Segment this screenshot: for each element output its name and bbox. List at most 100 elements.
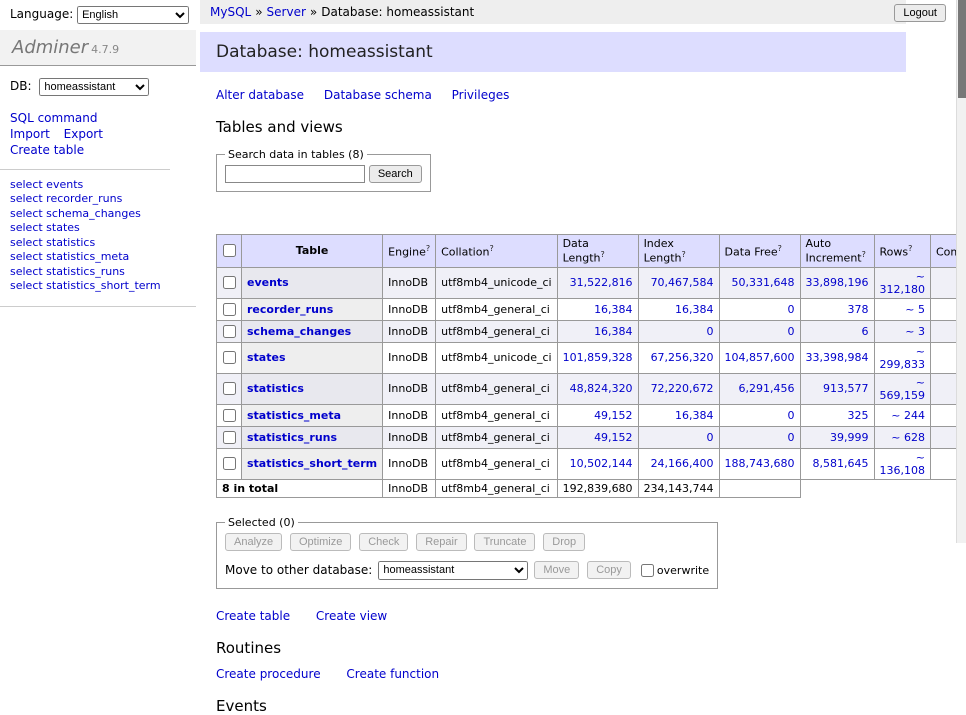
data-length-link[interactable]: 31,522,816 [570, 276, 633, 289]
data-free-link[interactable]: 6,291,456 [739, 382, 795, 395]
help-link[interactable]: ? [489, 244, 493, 253]
table-name-link[interactable]: events [247, 276, 289, 289]
data-length-link[interactable]: 16,384 [594, 325, 633, 338]
sidebar-link-import[interactable]: Import [10, 126, 50, 142]
create-procedure-link[interactable]: Create procedure [216, 667, 321, 681]
row-checkbox[interactable] [223, 431, 236, 444]
select-all-checkbox[interactable] [223, 244, 236, 257]
language-select[interactable]: English [77, 6, 189, 24]
auto-increment-link[interactable]: 913,577 [823, 382, 869, 395]
auto-increment-link[interactable]: 33,898,196 [806, 276, 869, 289]
create-table-link[interactable]: Create table [216, 609, 290, 623]
privileges-link[interactable]: Privileges [452, 88, 510, 102]
row-checkbox[interactable] [223, 457, 236, 470]
table-name-link[interactable]: statistics_meta [247, 409, 341, 422]
data-free-link[interactable]: 0 [788, 325, 795, 338]
check-button[interactable]: Check [359, 533, 408, 551]
index-length-link[interactable]: 0 [707, 325, 714, 338]
sidebar-item-select-statistics-runs[interactable]: select statistics_runs [10, 265, 186, 280]
rows-link[interactable]: ~ 628 [891, 431, 925, 444]
table-name-link[interactable]: schema_changes [247, 325, 351, 338]
data-free-link[interactable]: 0 [788, 431, 795, 444]
logout-button[interactable]: Logout [894, 4, 946, 22]
data-length-link[interactable]: 101,859,328 [563, 351, 633, 364]
table-name-link[interactable]: statistics_runs [247, 431, 337, 444]
sidebar-item-select-statistics[interactable]: select statistics [10, 236, 186, 251]
data-length-link[interactable]: 48,824,320 [570, 382, 633, 395]
database-schema-link[interactable]: Database schema [324, 88, 432, 102]
sidebar-item-select-events[interactable]: select events [10, 178, 186, 193]
data-free-link[interactable]: 104,857,600 [725, 351, 795, 364]
auto-increment-link[interactable]: 8,581,645 [813, 457, 869, 470]
auto-increment-link[interactable]: 33,398,984 [806, 351, 869, 364]
sidebar-item-select-recorder-runs[interactable]: select recorder_runs [10, 192, 186, 207]
scrollbar-thumb[interactable] [958, 0, 966, 98]
help-link[interactable]: ? [426, 244, 430, 253]
search-input[interactable] [225, 165, 365, 183]
help-link[interactable]: ? [908, 244, 912, 253]
row-checkbox[interactable] [223, 276, 236, 289]
breadcrumb-link-server[interactable]: Server [267, 5, 306, 19]
index-length-link[interactable]: 0 [707, 431, 714, 444]
auto-increment-link[interactable]: 39,999 [830, 431, 869, 444]
data-free-link[interactable]: 50,331,648 [732, 276, 795, 289]
repair-button[interactable]: Repair [416, 533, 466, 551]
sidebar-item-select-states[interactable]: select states [10, 221, 186, 236]
search-button[interactable]: Search [369, 165, 422, 183]
auto-increment-link[interactable]: 378 [848, 303, 869, 316]
index-length-link[interactable]: 16,384 [675, 409, 714, 422]
rows-link[interactable]: ~ 569,159 [880, 376, 926, 402]
index-length-link[interactable]: 67,256,320 [651, 351, 714, 364]
help-link[interactable]: ? [862, 250, 866, 259]
table-name-link[interactable]: recorder_runs [247, 303, 333, 316]
data-length-link[interactable]: 10,502,144 [570, 457, 633, 470]
index-length-link[interactable]: 70,467,584 [651, 276, 714, 289]
sidebar-item-select-statistics-short-term[interactable]: select statistics_short_term [10, 279, 186, 294]
rows-link[interactable]: ~ 299,833 [880, 345, 926, 371]
help-link[interactable]: ? [682, 250, 686, 259]
row-checkbox[interactable] [223, 303, 236, 316]
create-function-link[interactable]: Create function [346, 667, 439, 681]
data-free-link[interactable]: 0 [788, 409, 795, 422]
optimize-button[interactable]: Optimize [290, 533, 351, 551]
create-view-link[interactable]: Create view [316, 609, 387, 623]
row-checkbox[interactable] [223, 382, 236, 395]
row-checkbox[interactable] [223, 325, 236, 338]
move-database-select[interactable]: homeassistant [378, 561, 528, 580]
alter-database-link[interactable]: Alter database [216, 88, 304, 102]
data-free-link[interactable]: 188,743,680 [725, 457, 795, 470]
move-button[interactable]: Move [534, 561, 579, 579]
table-name-link[interactable]: statistics [247, 382, 304, 395]
copy-button[interactable]: Copy [587, 561, 631, 579]
data-length-link[interactable]: 16,384 [594, 303, 633, 316]
rows-link[interactable]: ~ 244 [891, 409, 925, 422]
rows-link[interactable]: ~ 3 [905, 325, 925, 338]
adminer-logo-link[interactable]: Adminer [12, 37, 88, 58]
sidebar-item-select-statistics-meta[interactable]: select statistics_meta [10, 250, 186, 265]
analyze-button[interactable]: Analyze [225, 533, 282, 551]
row-checkbox[interactable] [223, 351, 236, 364]
table-name-link[interactable]: states [247, 351, 286, 364]
help-link[interactable]: ? [778, 244, 782, 253]
drop-button[interactable]: Drop [543, 533, 585, 551]
row-checkbox[interactable] [223, 409, 236, 422]
rows-link[interactable]: ~ 5 [905, 303, 925, 316]
sidebar-link-create-table[interactable]: Create table [10, 142, 84, 158]
vertical-scrollbar[interactable] [956, 0, 966, 543]
rows-link[interactable]: ~ 136,108 [880, 451, 926, 477]
help-link[interactable]: ? [601, 250, 605, 259]
index-length-link[interactable]: 24,166,400 [651, 457, 714, 470]
overwrite-checkbox[interactable] [641, 564, 654, 577]
index-length-link[interactable]: 72,220,672 [651, 382, 714, 395]
index-length-link[interactable]: 16,384 [675, 303, 714, 316]
db-select[interactable]: homeassistant [39, 78, 149, 96]
breadcrumb-link-mysql[interactable]: MySQL [210, 5, 251, 19]
data-free-link[interactable]: 0 [788, 303, 795, 316]
sidebar-link-sql-command[interactable]: SQL command [10, 110, 97, 126]
sidebar-item-select-schema-changes[interactable]: select schema_changes [10, 207, 186, 222]
auto-increment-link[interactable]: 6 [862, 325, 869, 338]
data-length-link[interactable]: 49,152 [594, 431, 633, 444]
auto-increment-link[interactable]: 325 [848, 409, 869, 422]
rows-link[interactable]: ~ 312,180 [880, 270, 926, 296]
table-name-link[interactable]: statistics_short_term [247, 457, 377, 470]
